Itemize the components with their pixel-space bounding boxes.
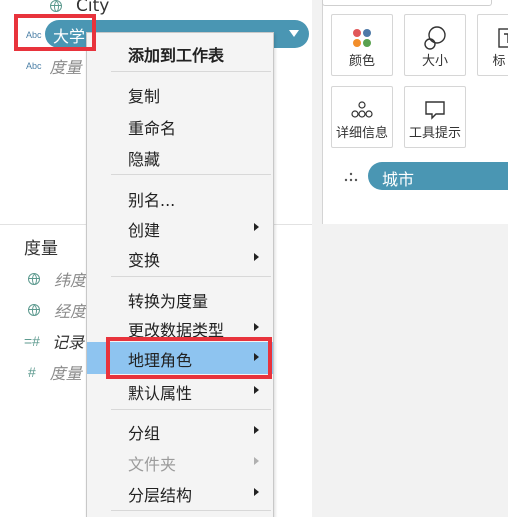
detail-button[interactable]: 详细信息 [331, 86, 393, 148]
globe-icon [28, 304, 40, 316]
submenu-arrow-icon [254, 426, 259, 434]
submenu-arrow-icon [254, 323, 259, 331]
globe-icon [50, 0, 62, 12]
menu-item-aliases[interactable]: 别名... [87, 182, 273, 212]
detail-button-label: 详细信息 [335, 126, 388, 141]
submenu-arrow-icon [254, 488, 259, 496]
menu-item-default-properties[interactable]: 默认属性 [87, 375, 273, 405]
menu-separator [111, 510, 271, 511]
size-button-label: 大小 [421, 54, 448, 69]
menu-item-group[interactable]: 分组 [87, 415, 273, 445]
detail-dots-icon [351, 101, 373, 118]
hash-icon: # [28, 364, 36, 380]
label-t-icon [498, 28, 508, 48]
size-button[interactable]: 大小 [404, 14, 466, 76]
menu-item-create[interactable]: 创建 [87, 212, 273, 242]
measure-item[interactable]: =# 记录 [24, 328, 84, 354]
color-button[interactable]: 颜色 [331, 14, 393, 76]
measure-label: 度量 [49, 364, 82, 383]
menu-item-label: 变换 [128, 251, 161, 270]
globe-icon [28, 273, 40, 285]
menu-separator [111, 409, 271, 410]
submenu-arrow-icon [254, 253, 259, 261]
menu-item-label: 别名... [128, 191, 176, 210]
menu-item-label: 隐藏 [128, 150, 161, 169]
menu-item-label: 复制 [128, 87, 161, 106]
measures-header: 度量 [24, 239, 58, 259]
menu-item-label: 创建 [128, 221, 161, 240]
menu-item-hierarchy[interactable]: 分层结构 [87, 477, 273, 507]
field-measure-names-label: 度量 [49, 58, 82, 77]
city-detail-pill[interactable]: 城市 [368, 162, 508, 190]
submenu-arrow-icon [254, 386, 259, 394]
measure-item[interactable]: 纬度 [28, 266, 86, 292]
detail-dots-icon [344, 172, 358, 182]
menu-item-label: 分层结构 [128, 486, 193, 505]
menu-separator [111, 71, 271, 72]
measure-item[interactable]: 经度 [28, 297, 86, 323]
highlight-box [106, 337, 272, 379]
menu-separator [111, 174, 271, 175]
measure-label: 经度 [54, 302, 87, 321]
menu-item-label: 重命名 [128, 119, 177, 138]
tooltip-icon [425, 101, 445, 120]
screen: City Abc 大学 Abc 度量 度量 纬度 经度 =# 记录 # 度量 颜… [0, 0, 508, 517]
context-menu: 添加到工作表 复制 重命名 隐藏 别名... 创建 变换 转换为度量 更改数据类 [86, 32, 274, 517]
tooltip-button[interactable]: 工具提示 [404, 86, 466, 148]
menu-item-label: 添加到工作表 [128, 46, 225, 65]
menu-item-convert-to-measure[interactable]: 转换为度量 [87, 283, 273, 313]
color-button-label: 颜色 [348, 54, 375, 69]
string-type-icon: Abc [26, 61, 42, 71]
label-button-label: 标 [492, 54, 506, 69]
marks-area: 颜色 大小 标 详细信息 工具提示 城市 [312, 0, 508, 517]
tooltip-button-label: 工具提示 [408, 126, 461, 141]
mark-type-dropdown[interactable] [322, 0, 492, 6]
menu-item-add-to-sheet[interactable]: 添加到工作表 [87, 37, 273, 67]
submenu-arrow-icon [254, 457, 259, 465]
label-button[interactable]: 标 [477, 14, 508, 76]
city-detail-pill-label: 城市 [382, 170, 415, 189]
menu-item-label: 转换为度量 [128, 292, 209, 311]
menu-item-label: 分组 [128, 424, 161, 443]
menu-item-label: 默认属性 [128, 384, 193, 403]
menu-item-hide[interactable]: 隐藏 [87, 141, 273, 171]
highlight-box [14, 14, 96, 51]
measure-item[interactable]: # 度量 [28, 359, 82, 385]
menu-item-label: 文件夹 [128, 455, 177, 474]
menu-item-copy[interactable]: 复制 [87, 78, 273, 108]
menu-separator [111, 276, 271, 277]
color-dots-icon [353, 29, 371, 47]
chevron-down-icon[interactable] [289, 30, 299, 37]
size-circles-icon [424, 26, 446, 50]
measure-label: 纬度 [54, 271, 87, 290]
submenu-arrow-icon [254, 223, 259, 231]
field-measure-names[interactable]: Abc 度量 [26, 53, 82, 79]
measure-label: 记录 [51, 333, 84, 352]
hash-icon: =# [24, 333, 40, 349]
menu-item-folders: 文件夹 [87, 446, 273, 476]
menu-item-rename[interactable]: 重命名 [87, 110, 273, 140]
menu-item-transform[interactable]: 变换 [87, 242, 273, 272]
